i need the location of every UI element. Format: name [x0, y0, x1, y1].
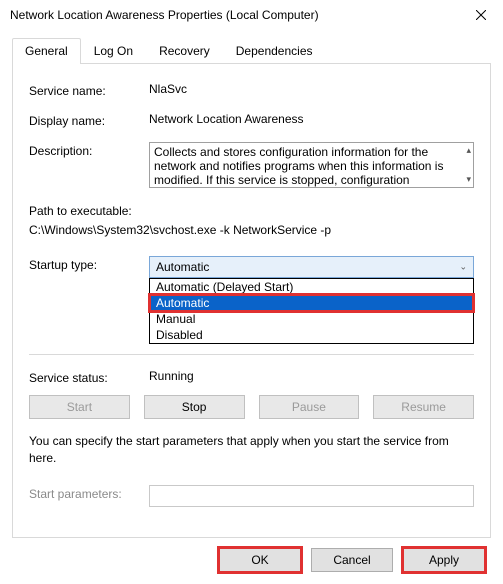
startup-option-manual[interactable]: Manual: [150, 311, 473, 327]
chevron-up-icon[interactable]: ▴: [466, 145, 471, 156]
titlebar: Network Location Awareness Properties (L…: [0, 0, 503, 30]
tab-general[interactable]: General: [12, 38, 81, 63]
tab-recovery[interactable]: Recovery: [146, 38, 223, 63]
startup-option-delayed[interactable]: Automatic (Delayed Start): [150, 279, 473, 295]
label-service-name: Service name:: [29, 82, 149, 98]
tab-logon[interactable]: Log On: [81, 38, 146, 63]
description-text: Collects and stores configuration inform…: [154, 145, 443, 187]
close-icon: [476, 10, 486, 20]
startup-option-automatic[interactable]: Automatic: [150, 295, 473, 311]
description-box[interactable]: Collects and stores configuration inform…: [149, 142, 474, 188]
ok-button[interactable]: OK: [219, 548, 301, 572]
startup-type-dropdown: Automatic (Delayed Start) Automatic Manu…: [149, 278, 474, 344]
tab-dependencies[interactable]: Dependencies: [223, 38, 326, 63]
start-parameters-input: [149, 485, 474, 507]
dialog-button-row: OK Cancel Apply: [0, 548, 503, 572]
label-description: Description:: [29, 142, 149, 158]
startup-type-selected: Automatic: [156, 260, 209, 274]
startup-option-disabled[interactable]: Disabled: [150, 327, 473, 343]
divider: [29, 354, 474, 355]
close-button[interactable]: [458, 0, 503, 30]
pause-button: Pause: [259, 395, 360, 419]
value-service-status: Running: [149, 369, 474, 383]
chevron-down-icon: ⌄: [459, 262, 467, 273]
value-display-name: Network Location Awareness: [149, 112, 474, 126]
startup-type-combobox[interactable]: Automatic ⌄: [149, 256, 474, 278]
label-path-to-exe: Path to executable:: [29, 202, 474, 221]
dialog-content: General Log On Recovery Dependencies Ser…: [0, 30, 503, 550]
stop-button[interactable]: Stop: [144, 395, 245, 419]
label-display-name: Display name:: [29, 112, 149, 128]
value-service-name: NlaSvc: [149, 82, 474, 96]
start-button: Start: [29, 395, 130, 419]
label-service-status: Service status:: [29, 369, 149, 385]
chevron-down-icon[interactable]: ▾: [466, 174, 471, 185]
window-title: Network Location Awareness Properties (L…: [10, 8, 319, 22]
tab-bar: General Log On Recovery Dependencies: [12, 38, 491, 64]
value-path-to-exe: C:\Windows\System32\svchost.exe -k Netwo…: [29, 221, 474, 240]
resume-button: Resume: [373, 395, 474, 419]
label-start-parameters: Start parameters:: [29, 485, 149, 501]
tab-panel-general: Service name: NlaSvc Display name: Netwo…: [12, 64, 491, 538]
label-startup-type: Startup type:: [29, 256, 149, 272]
hint-text: You can specify the start parameters tha…: [29, 433, 474, 467]
apply-button[interactable]: Apply: [403, 548, 485, 572]
cancel-button[interactable]: Cancel: [311, 548, 393, 572]
